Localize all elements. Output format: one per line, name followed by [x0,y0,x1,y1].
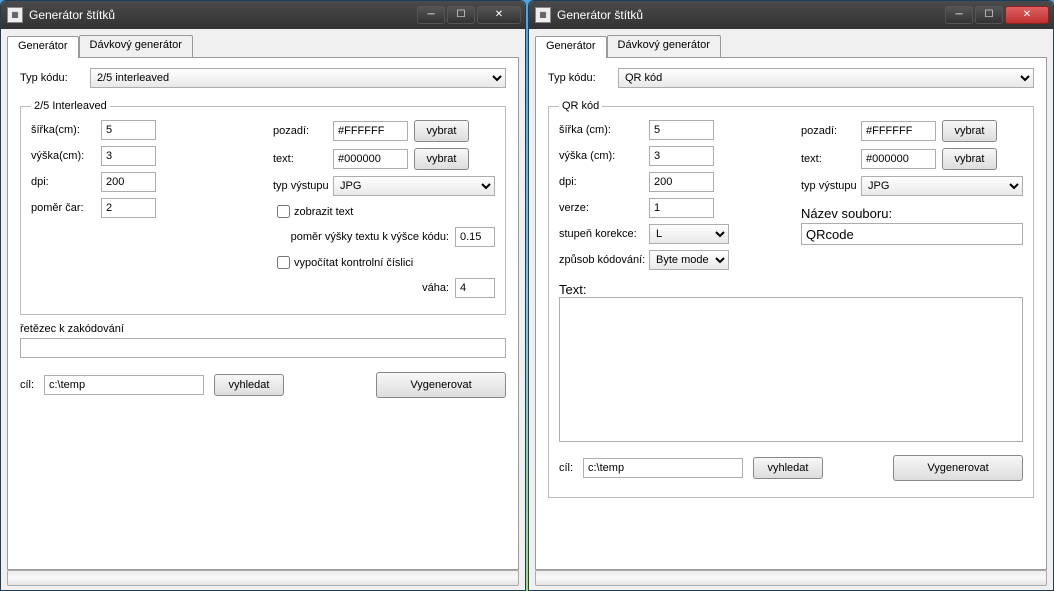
pozadi-vybrat-button[interactable]: vybrat [942,120,997,142]
close-button[interactable]: ✕ [1005,6,1049,24]
tab-generator[interactable]: Generátor [535,36,607,58]
vypocitat-label: vypočítat kontrolní číslici [294,257,413,269]
typ-vystupu-select[interactable]: JPG [861,176,1023,196]
maximize-button[interactable]: ☐ [975,6,1003,24]
fieldset-legend: 2/5 Interleaved [31,100,110,112]
right-window: ▦ Generátor štítků ─ ☐ ✕ Generátor Dávko… [528,0,1054,591]
vyhledat-button[interactable]: vyhledat [214,374,284,396]
sirka-label: šířka (cm): [559,124,649,136]
zpusob-label: způsob kódování: [559,254,649,266]
cil-input[interactable] [44,375,204,395]
client-area: Generátor Dávkový generátor Typ kódu: 2/… [1,29,525,590]
close-button[interactable]: ✕ [477,6,521,24]
typ-vystupu-label: typ výstupu [273,180,333,192]
textcolor-input[interactable] [333,149,408,169]
sirka-input[interactable] [649,120,714,140]
tabpanel: Typ kódu: 2/5 interleaved 2/5 Interleave… [7,57,519,570]
stupen-select[interactable]: L [649,224,729,244]
textcolor-label: text: [801,153,861,165]
dpi-input[interactable] [101,172,156,192]
pozadi-input[interactable] [861,121,936,141]
vyska-input[interactable] [101,146,156,166]
dpi-label: dpi: [559,176,649,188]
vaha-input[interactable] [455,278,495,298]
minimize-button[interactable]: ─ [945,6,973,24]
sirka-label: šířka(cm): [31,124,101,136]
vyhledat-button[interactable]: vyhledat [753,457,823,479]
zobrazit-text-checkbox[interactable] [277,205,290,218]
vyska-label: výška(cm): [31,150,101,162]
code-settings-fieldset: QR kód šířka (cm): výška (cm): dpi: verz… [548,100,1034,498]
retezec-input[interactable] [20,338,506,358]
pozadi-input[interactable] [333,121,408,141]
pomer-vysky-label: poměr výšky textu k výšce kódu: [291,231,449,243]
dpi-input[interactable] [649,172,714,192]
cil-label: cíl: [20,379,44,391]
nazev-input[interactable] [801,223,1023,245]
typ-vystupu-label: typ výstupu [801,180,861,192]
zpusob-select[interactable]: Byte mode [649,250,729,270]
retezec-label: řetězec k zakódování [20,323,506,335]
text-area-label: Text: [559,282,1023,297]
client-area: Generátor Dávkový generátor Typ kódu: QR… [529,29,1053,590]
tab-batch[interactable]: Dávkový generátor [79,35,193,57]
verze-input[interactable] [649,198,714,218]
stupen-label: stupeň korekce: [559,228,649,240]
pozadi-vybrat-button[interactable]: vybrat [414,120,469,142]
progress-bar [535,570,1047,586]
left-window: ▦ Generátor štítků ─ ☐ ✕ Generátor Dávko… [0,0,526,591]
zobrazit-text-label: zobrazit text [294,206,353,218]
cil-label: cíl: [559,462,583,474]
text-vybrat-button[interactable]: vybrat [414,148,469,170]
pozadi-label: pozadí: [273,125,333,137]
window-title: Generátor štítků [29,8,415,22]
vypocitat-checkbox[interactable] [277,256,290,269]
titlebar[interactable]: ▦ Generátor štítků ─ ☐ ✕ [529,1,1053,29]
textcolor-label: text: [273,153,333,165]
vygenerovat-button[interactable]: Vygenerovat [376,372,506,398]
tab-batch[interactable]: Dávkový generátor [607,35,721,57]
nazev-label: Název souboru: [801,206,1023,221]
verze-label: verze: [559,202,649,214]
text-vybrat-button[interactable]: vybrat [942,148,997,170]
typ-vystupu-select[interactable]: JPG [333,176,495,196]
sirka-input[interactable] [101,120,156,140]
app-icon: ▦ [535,7,551,23]
code-settings-fieldset: 2/5 Interleaved šířka(cm): výška(cm): dp… [20,100,506,315]
tabstrip: Generátor Dávkový generátor [535,35,1047,57]
pomer-vysky-input[interactable] [455,227,495,247]
dpi-label: dpi: [31,176,101,188]
vaha-label: váha: [422,282,449,294]
typ-kodu-label: Typ kódu: [548,72,618,84]
fieldset-legend: QR kód [559,100,602,112]
typ-kodu-select[interactable]: QR kód [618,68,1034,88]
pomer-input[interactable] [101,198,156,218]
typ-kodu-select[interactable]: 2/5 interleaved [90,68,506,88]
typ-kodu-label: Typ kódu: [20,72,90,84]
pozadi-label: pozadí: [801,125,861,137]
vygenerovat-button[interactable]: Vygenerovat [893,455,1023,481]
progress-bar [7,570,519,586]
textcolor-input[interactable] [861,149,936,169]
text-area[interactable] [559,297,1023,442]
cil-input[interactable] [583,458,743,478]
window-title: Generátor štítků [557,8,943,22]
maximize-button[interactable]: ☐ [447,6,475,24]
vyska-label: výška (cm): [559,150,649,162]
titlebar[interactable]: ▦ Generátor štítků ─ ☐ ✕ [1,1,525,29]
tab-generator[interactable]: Generátor [7,36,79,58]
pomer-label: poměr čar: [31,202,101,214]
minimize-button[interactable]: ─ [417,6,445,24]
app-icon: ▦ [7,7,23,23]
tabstrip: Generátor Dávkový generátor [7,35,519,57]
tabpanel: Typ kódu: QR kód QR kód šířka (cm): výšk… [535,57,1047,570]
vyska-input[interactable] [649,146,714,166]
